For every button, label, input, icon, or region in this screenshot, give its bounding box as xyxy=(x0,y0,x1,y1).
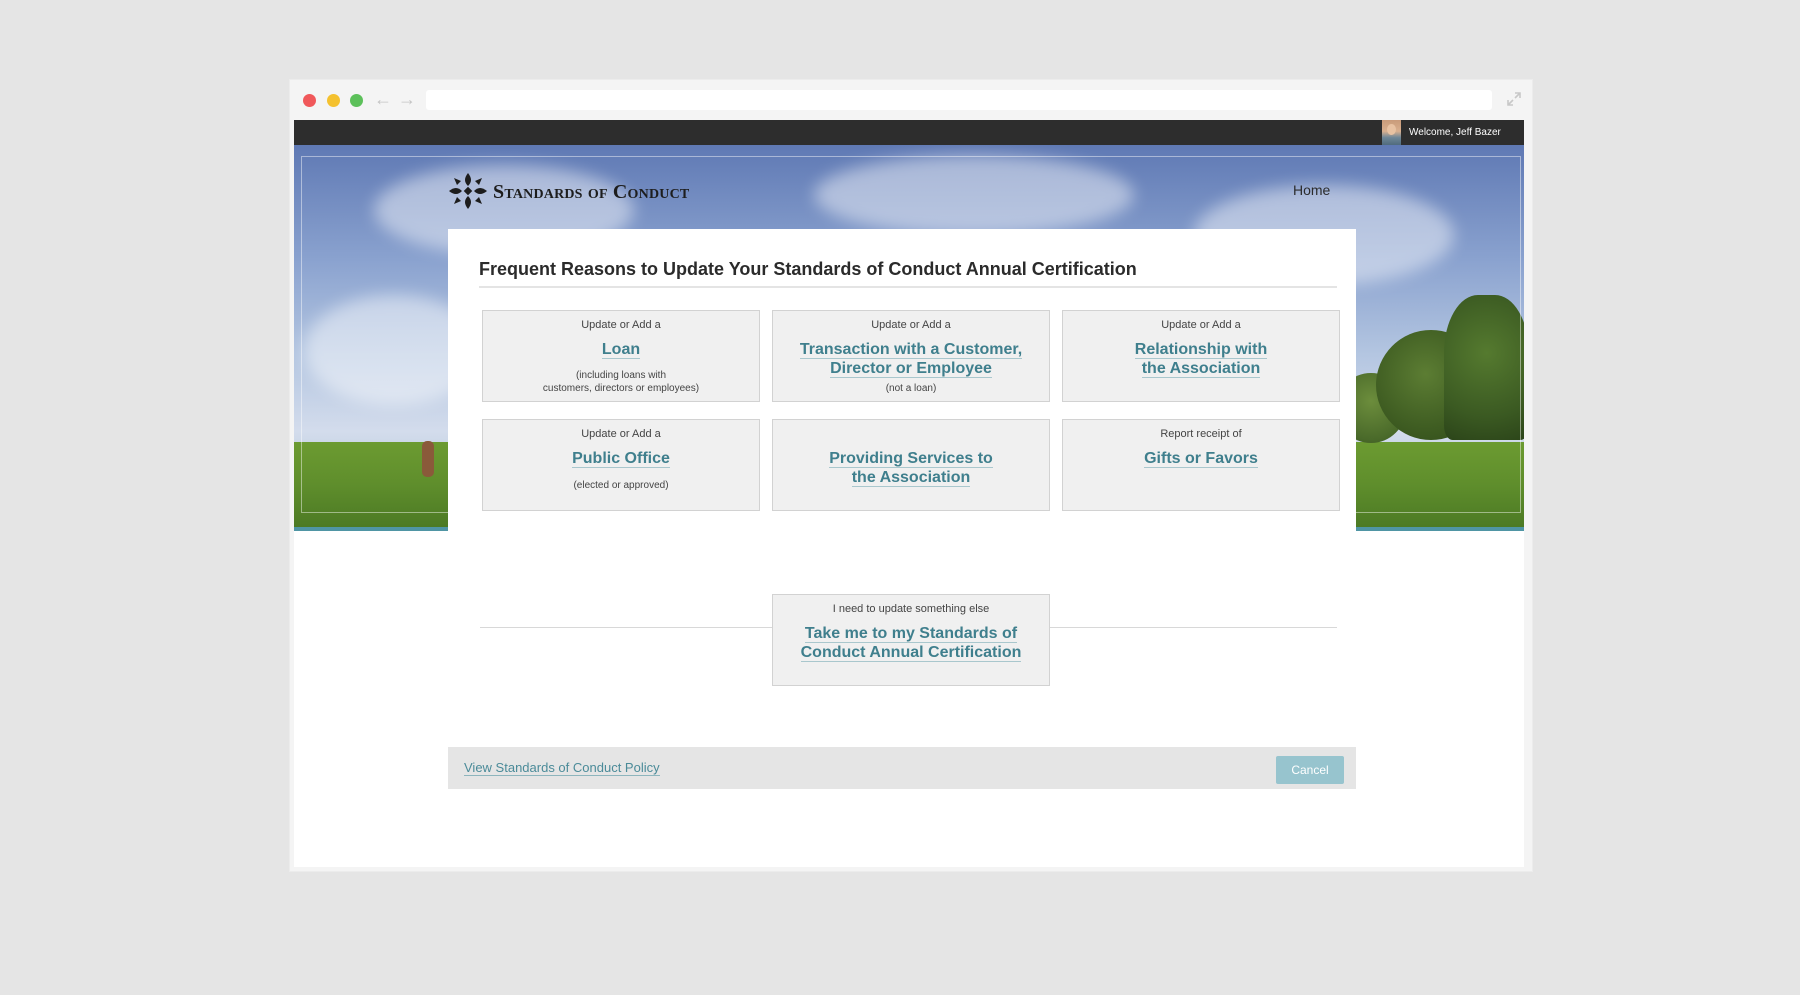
update-something-else-card[interactable]: I need to update something else Take me … xyxy=(772,594,1050,686)
forward-arrow-icon[interactable]: → xyxy=(398,89,416,109)
card-link-text: Public Office xyxy=(572,450,670,468)
transaction-link[interactable]: Transaction with a Customer, Director or… xyxy=(773,340,1049,378)
card-link-text: Relationship with xyxy=(1134,341,1268,359)
home-link[interactable]: Home xyxy=(1293,182,1330,199)
card-pre-text: Report receipt of xyxy=(1160,428,1242,440)
reason-card-public-office[interactable]: Update or Add a Public Office (elected o… xyxy=(482,419,760,511)
card-note-text: (not a loan) xyxy=(773,382,1049,395)
expand-icon[interactable] xyxy=(1506,91,1522,107)
card-pre-text: I need to update something else xyxy=(832,603,990,615)
back-arrow-icon[interactable]: ← xyxy=(374,89,392,109)
card-note-line: (elected or approved) xyxy=(573,480,669,491)
view-policy-link[interactable]: View Standards of Conduct Policy xyxy=(464,760,660,776)
card-note-line: customers, directors or employees) xyxy=(542,383,700,394)
minimize-window-dot[interactable] xyxy=(327,94,340,107)
card-link-text: Providing Services to xyxy=(829,450,993,468)
card-pre-text: Update or Add a xyxy=(581,428,661,440)
avatar[interactable] xyxy=(1382,120,1401,145)
page-title: Frequent Reasons to Update Your Standard… xyxy=(479,257,1337,288)
card-link-text: Take me to my Standards of xyxy=(804,625,1018,643)
close-window-dot[interactable] xyxy=(303,94,316,107)
gifts-or-favors-link[interactable]: Gifts or Favors xyxy=(1063,449,1339,468)
top-bar: Welcome, Jeff Bazer xyxy=(294,120,1524,145)
reason-card-loan[interactable]: Update or Add a Loan (including loans wi… xyxy=(482,310,760,402)
reason-card-gifts[interactable]: Report receipt of Gifts or Favors xyxy=(1062,419,1340,511)
public-office-link[interactable]: Public Office xyxy=(483,449,759,468)
card-link-text: Conduct Annual Certification xyxy=(800,644,1022,662)
card-link-text: the Association xyxy=(851,469,971,487)
address-bar[interactable] xyxy=(426,90,1492,110)
browser-chrome: ← → xyxy=(290,80,1532,120)
browser-window: ← → Welcome, Jeff Bazer Standards of Con… xyxy=(290,80,1532,871)
card-note-text: (including loans with customers, directo… xyxy=(483,369,759,395)
card-link-text: Director or Employee xyxy=(830,360,992,378)
card-pre-text: Update or Add a xyxy=(871,319,951,331)
card-pre-text: Update or Add a xyxy=(581,319,661,331)
brand-logo-icon[interactable] xyxy=(448,172,488,212)
loan-link[interactable]: Loan xyxy=(483,340,759,359)
card-link-text: the Association xyxy=(1141,360,1261,378)
relationship-link[interactable]: Relationship with the Association xyxy=(1063,340,1339,378)
providing-services-link[interactable]: Providing Services to the Association xyxy=(773,449,1049,487)
reason-card-relationship[interactable]: Update or Add a Relationship with the As… xyxy=(1062,310,1340,402)
annual-certification-link[interactable]: Take me to my Standards of Conduct Annua… xyxy=(773,624,1049,662)
brand-name: Standards of Conduct xyxy=(493,181,690,203)
card-pre-text: Update or Add a xyxy=(1161,319,1241,331)
welcome-text: Welcome, Jeff Bazer xyxy=(1409,127,1501,138)
card-link-text: Loan xyxy=(601,341,641,359)
footer-bar: View Standards of Conduct Policy Cancel xyxy=(448,747,1356,789)
card-note-text: (elected or approved) xyxy=(483,479,759,492)
card-link-text: Transaction with a Customer, xyxy=(799,341,1023,359)
reason-card-providing-services[interactable]: Providing Services to the Association xyxy=(772,419,1050,511)
card-link-text: Gifts or Favors xyxy=(1144,450,1258,468)
maximize-window-dot[interactable] xyxy=(350,94,363,107)
page-viewport: Welcome, Jeff Bazer Standards of Conduct… xyxy=(294,120,1524,867)
card-note-line: (including loans with xyxy=(575,370,667,381)
card-note-line: (not a loan) xyxy=(885,383,937,394)
cancel-button[interactable]: Cancel xyxy=(1276,756,1344,784)
reason-card-transaction[interactable]: Update or Add a Transaction with a Custo… xyxy=(772,310,1050,402)
